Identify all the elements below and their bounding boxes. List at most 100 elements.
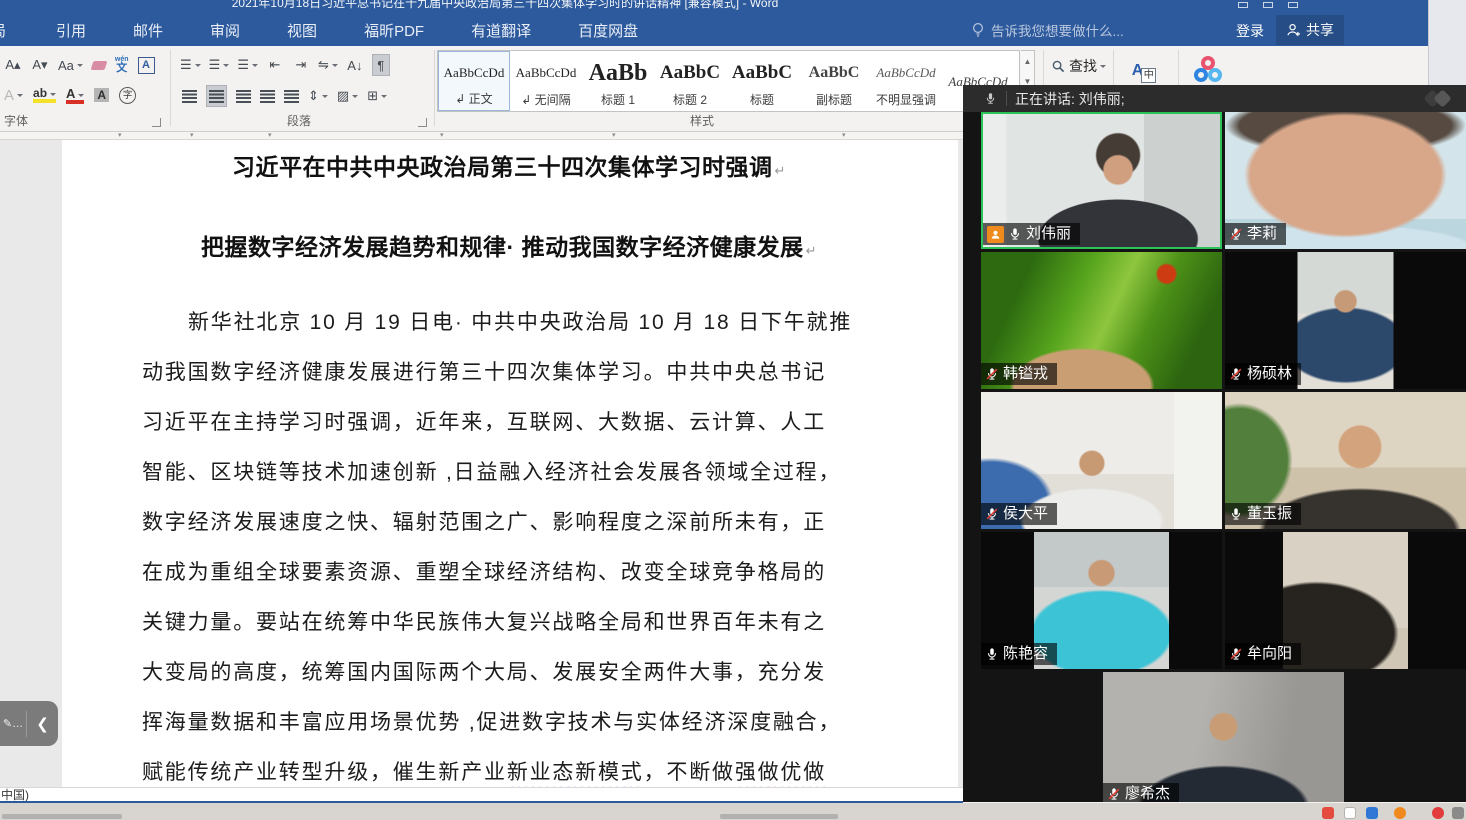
character-shading-icon[interactable]: A [94, 88, 109, 102]
asian-layout-icon[interactable]: ⇋ [318, 54, 338, 76]
now-speaking-label: 正在讲话: 刘伟丽; [1015, 89, 1125, 109]
video-tile[interactable]: 董玉振 [1225, 392, 1466, 529]
bullets-icon[interactable]: ☰ [180, 54, 201, 76]
ribbon-tab[interactable]: 邮件 [133, 20, 163, 41]
style-item[interactable]: AaBbCcDd↲ 无间隔 [510, 51, 582, 111]
taskbar-app-icon[interactable] [1366, 807, 1378, 819]
find-button[interactable]: 查找 [1052, 55, 1106, 77]
highlight-color-icon[interactable]: ab [33, 87, 56, 103]
gallery-up-icon[interactable]: ▲ [1021, 51, 1034, 71]
ribbon-tab[interactable]: 审阅 [210, 20, 240, 41]
floating-collapse-widget[interactable]: ✎… ❮ [0, 701, 58, 746]
meeting-header: 正在讲话: 刘伟丽; [963, 85, 1466, 112]
participant-name: 侯大平 [1003, 505, 1048, 523]
taskbar-app-icon[interactable] [1344, 807, 1356, 819]
shrink-font-icon[interactable]: A▾ [31, 54, 49, 76]
tell-me-box[interactable]: 告诉我您想要做什么... [972, 14, 1124, 46]
paragraph-group-row2: ⇕ ▨ ⊞ [182, 85, 387, 107]
lightbulb-icon [972, 22, 984, 38]
justify-icon[interactable] [260, 90, 275, 103]
multilevel-list-icon[interactable]: ☰ [237, 54, 258, 76]
video-tile[interactable]: 韩镒戎 [981, 252, 1222, 389]
video-tile[interactable]: 陈艳容 [981, 532, 1222, 669]
font-color-icon[interactable]: A [66, 87, 84, 104]
styles-gallery: AaBbCcDd↲ 正文AaBbCcDd↲ 无间隔AaBb标题 1AaBbC标题… [437, 50, 1020, 112]
horizontal-ruler[interactable]: ▾ ▾ ▾ ▾ ▾ ▾ [0, 132, 963, 140]
grow-font-icon[interactable]: A▴ [4, 54, 22, 76]
style-item[interactable]: AaBbC标题 2 [654, 51, 726, 111]
participant-nameplate: 董玉振 [1225, 503, 1301, 525]
ribbon-tab-row: 局 引用邮件审阅视图福昕PDF有道翻译百度网盘 告诉我您想要做什么... 登录 … [0, 14, 1428, 46]
window-control-icon[interactable] [1263, 2, 1273, 8]
ribbon-tab[interactable]: 福昕PDF [364, 20, 424, 41]
taskbar-app-icon[interactable] [1452, 807, 1464, 819]
style-item[interactable]: AaBbC标题 [726, 51, 798, 111]
style-item[interactable]: AaBb标题 1 [582, 51, 654, 111]
font-dialog-launcher-icon[interactable] [152, 118, 161, 127]
decrease-indent-icon[interactable]: ⇤ [266, 54, 284, 76]
widget-pen-icon: ✎… [0, 717, 26, 730]
ribbon-tab-bar: 引用 邮件 审阅 视图 福昕PDF 有道翻译 百度网盘 [0, 14, 638, 46]
show-hide-marks-icon[interactable]: ¶ [372, 54, 390, 76]
numbering-icon[interactable]: ☰ [209, 54, 230, 76]
clipped-taskbar-text [720, 814, 838, 819]
sign-in-button[interactable]: 登录 [1236, 17, 1264, 45]
video-tile[interactable]: 杨硕林 [1225, 252, 1466, 389]
distribute-icon[interactable] [284, 90, 299, 103]
translate-button[interactable]: A 中 [1124, 54, 1164, 88]
style-item[interactable]: AaBbCcDd↲ 正文 [438, 51, 510, 111]
style-item[interactable]: AaBbCcDd不明显强调 [870, 51, 942, 111]
window-control-icon[interactable] [1238, 2, 1248, 8]
video-tile[interactable]: 李莉 [1225, 112, 1466, 249]
video-tile[interactable]: 牟向阳 [1225, 532, 1466, 669]
ribbon-tab[interactable]: 视图 [287, 20, 317, 41]
participant-nameplate: 杨硕林 [1225, 363, 1301, 385]
video-tile[interactable]: 侯大平 [981, 392, 1222, 529]
character-border-icon[interactable]: A [138, 57, 155, 74]
document-page[interactable]: 习近平在中共中央政治局第三十四次集体学习时强调↵ 把握数字经济发展趋势和规律· … [62, 140, 958, 787]
header-divider [1006, 91, 1007, 106]
text-effects-icon[interactable]: A [4, 84, 23, 106]
taskbar-app-icon[interactable] [1432, 807, 1444, 819]
doc-line: 赋能传统产业转型升级，催生新产业新业态新模式，不断做强做优做 [142, 748, 876, 787]
change-case-icon[interactable]: Aa [58, 54, 83, 76]
align-right-icon[interactable] [236, 90, 251, 103]
font-group-row1: A▴ A▾ Aa wén文 A [4, 54, 155, 76]
doc-line: 动我国数字经济健康发展进行第三十四次集体学习。中共中央总书记 [142, 348, 876, 398]
mic-status-icon [985, 367, 999, 381]
person-plus-icon [1286, 23, 1301, 37]
paragraph-dialog-launcher-icon[interactable] [418, 118, 427, 127]
ribbon-tab[interactable]: 有道翻译 [471, 20, 531, 41]
taskbar-app-icon[interactable] [1394, 807, 1406, 819]
increase-indent-icon[interactable]: ⇥ [292, 54, 310, 76]
phonetic-guide-icon[interactable]: wén文 [115, 56, 129, 74]
align-left-icon[interactable] [182, 90, 197, 103]
mic-status-icon [985, 647, 999, 661]
ribbon-tab[interactable]: 引用 [56, 20, 86, 41]
borders-icon[interactable]: ⊞ [367, 85, 387, 107]
taskbar [0, 803, 1466, 820]
mic-status-icon [1229, 367, 1243, 381]
clipped-taskbar-text [2, 814, 122, 819]
ribbon-tab[interactable]: 百度网盘 [578, 20, 638, 41]
addin-logo-icon[interactable] [1193, 56, 1229, 86]
line-spacing-icon[interactable]: ⇕ [308, 85, 328, 107]
enclose-characters-icon[interactable]: 字 [119, 87, 136, 104]
window-control-icon[interactable] [1288, 2, 1298, 8]
shading-icon[interactable]: ▨ [337, 85, 358, 107]
collapse-chevron-icon[interactable]: ❮ [27, 715, 58, 733]
mic-icon [984, 91, 997, 106]
taskbar-app-icon[interactable] [1322, 807, 1334, 819]
style-item[interactable]: AaBbC副标题 [798, 51, 870, 111]
video-tile[interactable]: 刘伟丽 [981, 112, 1222, 249]
share-button[interactable]: 共享 [1276, 15, 1344, 45]
document-title: 2021年10月18日习近平总书记在十九届中央政治局第三十四次集体学习时的讲话精… [0, 0, 1010, 11]
video-tile[interactable]: 廖希杰 [1103, 672, 1344, 802]
sort-icon[interactable]: A↓ [346, 54, 364, 76]
screen: 2021年10月18日习近平总书记在十九届中央政治局第三十四次集体学习时的讲话精… [0, 0, 1466, 820]
clear-formatting-icon[interactable] [90, 61, 107, 70]
language-status[interactable]: 中国) [1, 788, 29, 802]
align-center-icon[interactable] [206, 85, 227, 107]
word-titlebar: 2021年10月18日习近平总书记在十九届中央政治局第三十四次集体学习时的讲话精… [0, 0, 1428, 14]
paragraph-group-label: 段落 [287, 112, 311, 129]
